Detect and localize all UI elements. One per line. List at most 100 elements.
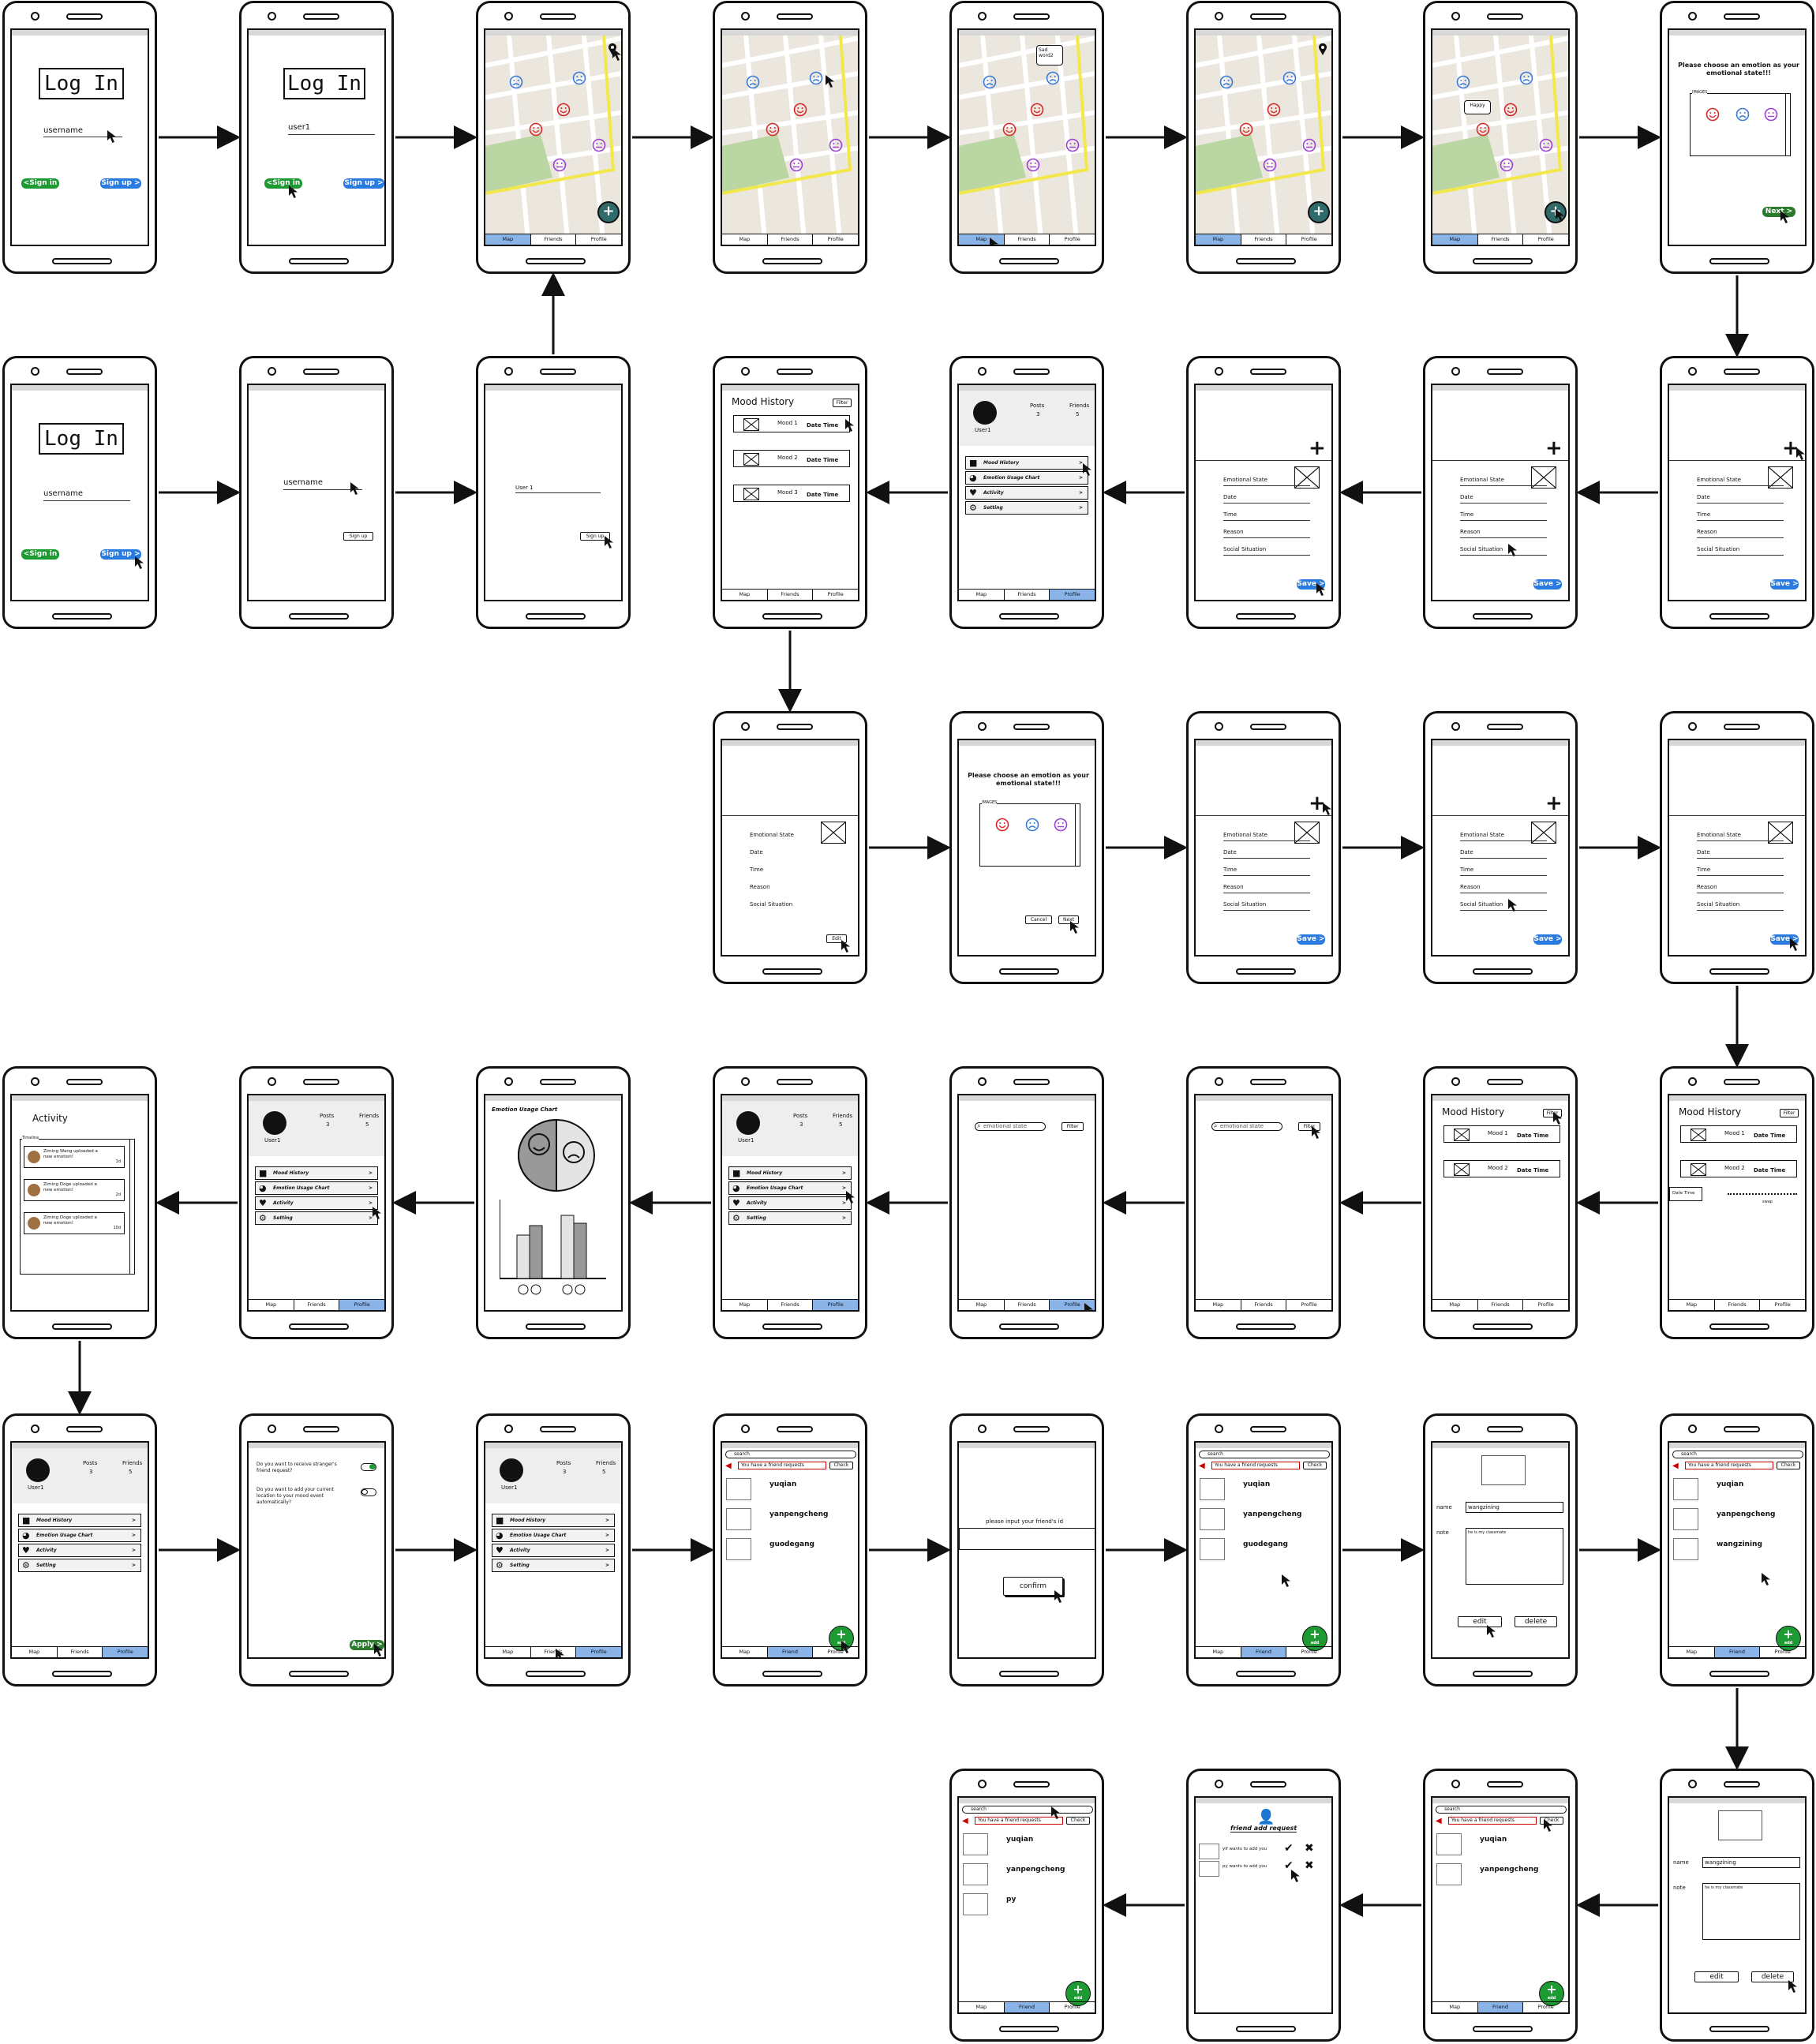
search-input[interactable]: emotional state: [1211, 1122, 1282, 1131]
scrollbar[interactable]: [1075, 804, 1080, 866]
map-view[interactable]: +: [485, 36, 621, 234]
friend-name[interactable]: yanpengcheng: [1480, 1866, 1538, 1874]
sad-face-icon[interactable]: [1219, 75, 1234, 89]
field-line-emotional_state[interactable]: [1223, 485, 1310, 486]
happy-face-icon[interactable]: [766, 122, 780, 137]
menu-mood_history[interactable]: ■ Mood History >: [728, 1166, 852, 1180]
map-view[interactable]: +: [1196, 36, 1331, 234]
tab-friends[interactable]: Friends: [768, 1300, 814, 1310]
menu-emotion_usage_chart[interactable]: ◕ Emotion Usage Chart >: [728, 1181, 852, 1195]
home-button[interactable]: [52, 1323, 112, 1330]
home-button[interactable]: [1709, 1671, 1769, 1677]
menu-emotion_usage_chart[interactable]: ◕ Emotion Usage Chart >: [965, 471, 1088, 485]
menu-emotion_usage_chart[interactable]: ◕ Emotion Usage Chart >: [255, 1181, 378, 1195]
check-icon[interactable]: ✔: [1284, 1842, 1294, 1855]
field-line-date[interactable]: [1223, 503, 1310, 504]
menu-activity[interactable]: ♥ Activity >: [255, 1196, 378, 1210]
home-button[interactable]: [52, 613, 112, 620]
home-button[interactable]: [1709, 258, 1769, 264]
mood-item[interactable]: Mood 1 Date Time: [733, 415, 850, 432]
home-button[interactable]: [526, 1671, 586, 1677]
tab-profile[interactable]: Profile: [103, 1647, 148, 1657]
field-line-social_situation[interactable]: [1697, 910, 1784, 911]
emotion-picker[interactable]: IMAGES: [1690, 90, 1791, 156]
friend-name[interactable]: yanpengcheng: [1006, 1866, 1065, 1874]
sad-face-icon[interactable]: [509, 75, 523, 89]
home-button[interactable]: [289, 258, 349, 264]
tab-friends[interactable]: Friends: [531, 234, 577, 245]
home-button[interactable]: [526, 1323, 586, 1330]
menu-mood_history[interactable]: ■ Mood History >: [255, 1166, 378, 1180]
menu-setting[interactable]: ⚙ Setting >: [965, 501, 1088, 515]
field-line-social_situation[interactable]: [1223, 910, 1310, 911]
scrollbar[interactable]: [129, 1140, 134, 1274]
delete-button[interactable]: delete: [1515, 1616, 1557, 1627]
sign-in-button[interactable]: <Sign in: [21, 178, 59, 189]
home-button[interactable]: [1473, 1671, 1533, 1677]
field-line-reason[interactable]: [1223, 537, 1310, 538]
tab-friends[interactable]: Friends: [1005, 590, 1050, 600]
mood-item[interactable]: Mood 2 Date Time: [1443, 1160, 1560, 1177]
home-button[interactable]: [762, 1323, 822, 1330]
emotion-picker[interactable]: IMAGES: [979, 800, 1080, 867]
mood-item[interactable]: Mood 2 Date Time: [1680, 1160, 1797, 1177]
home-button[interactable]: [1236, 2026, 1296, 2032]
check-button[interactable]: Check: [1303, 1462, 1327, 1469]
field-line-reason[interactable]: [1697, 537, 1784, 538]
map-view[interactable]: +Happy: [1432, 36, 1568, 234]
add-mood-button[interactable]: +: [1308, 201, 1330, 223]
username-input[interactable]: user1: [288, 123, 310, 132]
sad-face-icon[interactable]: [1046, 71, 1060, 85]
menu-activity[interactable]: ♥ Activity >: [965, 486, 1088, 500]
field-line-time[interactable]: [1460, 875, 1547, 876]
field-line-emotional_state[interactable]: [1460, 840, 1547, 841]
username-input[interactable]: username: [43, 489, 83, 498]
home-button[interactable]: [999, 1323, 1059, 1330]
neutral-face-icon[interactable]: [1302, 138, 1316, 152]
menu-mood_history[interactable]: ■ Mood History >: [965, 456, 1088, 470]
tab-profile[interactable]: Profile: [813, 234, 858, 245]
neutral-face-icon[interactable]: [1026, 158, 1040, 172]
search-input[interactable]: search: [1672, 1451, 1803, 1458]
home-button[interactable]: [526, 258, 586, 264]
filter-button[interactable]: Filter: [1780, 1109, 1799, 1117]
username-input[interactable]: username: [43, 126, 83, 135]
neutral-face-icon[interactable]: [1263, 158, 1277, 172]
name-field[interactable]: wangzining: [1466, 1502, 1563, 1513]
note-field[interactable]: he is my classmate: [1702, 1883, 1800, 1940]
tab-map[interactable]: Map: [1196, 234, 1241, 245]
friend-name[interactable]: yanpengcheng: [769, 1511, 828, 1518]
field-line-time[interactable]: [1460, 520, 1547, 521]
location-pin-icon[interactable]: [1318, 43, 1327, 56]
search-input[interactable]: search: [962, 1806, 1093, 1814]
swipe-item[interactable]: Date Time: [1669, 1187, 1702, 1201]
tab-map[interactable]: Map: [485, 234, 531, 245]
home-button[interactable]: [526, 613, 586, 620]
filter-button[interactable]: Filter: [1062, 1122, 1084, 1131]
home-button[interactable]: [52, 1671, 112, 1677]
sad-face-icon[interactable]: [1025, 818, 1039, 832]
tab-profile[interactable]: Profile: [576, 1647, 621, 1657]
friend-name[interactable]: py: [1006, 1896, 1016, 1904]
field-line-social_situation[interactable]: [1460, 555, 1547, 556]
tab-profile[interactable]: Profile: [1523, 234, 1568, 245]
tab-friends[interactable]: Friends: [768, 590, 814, 600]
home-button[interactable]: [1236, 1671, 1296, 1677]
neutral-face-icon[interactable]: [1054, 818, 1068, 832]
search-input[interactable]: emotional state: [975, 1122, 1046, 1131]
username-input[interactable]: User 1: [515, 485, 534, 491]
tab-map[interactable]: Map: [485, 1647, 531, 1657]
tab-profile[interactable]: Profile: [576, 234, 621, 245]
neutral-face-icon[interactable]: [552, 158, 567, 172]
field-line-time[interactable]: [1223, 875, 1310, 876]
home-button[interactable]: [1236, 1323, 1296, 1330]
tab-friends[interactable]: Friends: [768, 234, 814, 245]
tab-profile[interactable]: Profile: [1760, 1300, 1805, 1310]
home-button[interactable]: [999, 1671, 1059, 1677]
field-line-emotional_state[interactable]: [1460, 485, 1547, 486]
tab-map[interactable]: Map: [1432, 234, 1478, 245]
map-view[interactable]: [722, 36, 858, 234]
home-button[interactable]: [289, 613, 349, 620]
menu-activity[interactable]: ♥ Activity >: [728, 1196, 852, 1210]
happy-face-icon[interactable]: [529, 122, 543, 137]
